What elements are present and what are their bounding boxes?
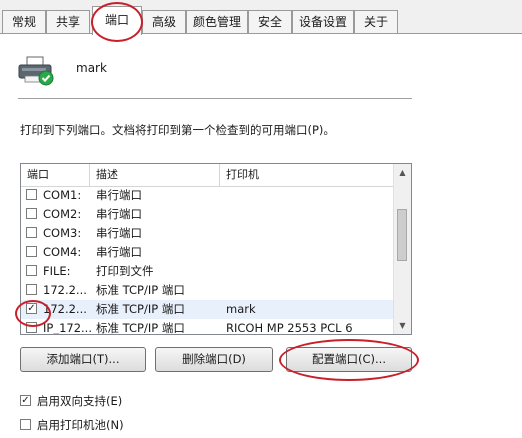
delete-port-button[interactable]: 删除端口(D) — [155, 347, 273, 372]
port-printer: mark — [226, 302, 256, 316]
tab-color-management[interactable]: 颜色管理 — [186, 10, 248, 33]
header-separator — [18, 98, 412, 99]
port-checkbox[interactable] — [26, 189, 37, 200]
tab-security[interactable]: 安全 — [248, 10, 292, 33]
list-item[interactable]: 172.2... 标准 TCP/IP 端口 — [21, 281, 395, 300]
pooling-label: 启用打印机池(N) — [37, 418, 124, 432]
ports-list-rows: COM1: 串行端口 COM2: 串行端口 COM3: 串行端口 COM4: 串… — [21, 186, 395, 335]
port-description: 标准 TCP/IP 端口 — [96, 283, 185, 297]
tab-strip: 常规 共享 端口 高级 颜色管理 安全 设备设置 关于 — [0, 0, 522, 35]
port-name: 172.2... — [43, 283, 87, 297]
list-item[interactable]: COM2: 串行端口 — [21, 205, 395, 224]
port-checkbox-checked[interactable]: ✓ — [26, 303, 37, 314]
bidirectional-option[interactable]: ✓ 启用双向支持(E) — [20, 393, 122, 409]
port-name: FILE: — [43, 264, 71, 278]
tab-general[interactable]: 常规 — [2, 10, 46, 33]
port-checkbox[interactable] — [26, 227, 37, 238]
column-header-port[interactable]: 端口 — [21, 164, 90, 186]
list-item[interactable]: COM1: 串行端口 — [21, 186, 395, 205]
scroll-thumb[interactable] — [397, 209, 407, 261]
port-checkbox[interactable] — [26, 322, 37, 333]
tab-advanced-label: 高级 — [151, 15, 176, 29]
list-item[interactable]: COM4: 串行端口 — [21, 243, 395, 262]
printer-name: mark — [76, 61, 107, 75]
column-header-description[interactable]: 描述 — [90, 164, 220, 186]
tab-color-management-label: 颜色管理 — [192, 15, 241, 29]
port-name: COM3: — [43, 226, 82, 240]
port-description: 串行端口 — [96, 226, 142, 240]
tab-about[interactable]: 关于 — [354, 10, 398, 33]
port-name: IP_172... — [43, 321, 92, 335]
port-description: 标准 TCP/IP 端口 — [96, 302, 185, 316]
port-checkbox[interactable] — [26, 284, 37, 295]
list-item[interactable]: FILE: 打印到文件 — [21, 262, 395, 281]
list-item[interactable]: IP_172... 标准 TCP/IP 端口 RICOH MP 2553 PCL… — [21, 319, 395, 335]
ports-list[interactable]: 端口 描述 打印机 COM1: 串行端口 COM2: 串行端口 COM3: 串行… — [20, 163, 412, 335]
port-checkbox[interactable] — [26, 246, 37, 257]
port-description: 串行端口 — [96, 245, 142, 259]
configure-port-button[interactable]: 配置端口(C)... — [286, 347, 412, 372]
tab-ports-label: 端口 — [104, 13, 129, 27]
port-description: 标准 TCP/IP 端口 — [96, 321, 185, 335]
bidirectional-label: 启用双向支持(E) — [37, 394, 123, 408]
tab-about-label: 关于 — [363, 15, 388, 29]
printer-icon — [18, 56, 54, 86]
port-name: COM2: — [43, 207, 82, 221]
port-description: 串行端口 — [96, 188, 142, 202]
scroll-up-icon[interactable]: ▲ — [394, 164, 411, 181]
tab-security-label: 安全 — [257, 15, 282, 29]
scroll-down-icon[interactable]: ▼ — [394, 317, 411, 334]
port-checkbox[interactable] — [26, 265, 37, 276]
ports-description: 打印到下列端口。文档将打印到第一个检查到的可用端口(P)。 — [20, 123, 335, 137]
tab-device-settings[interactable]: 设备设置 — [292, 10, 354, 33]
tab-sharing[interactable]: 共享 — [46, 10, 90, 33]
ports-list-header: 端口 描述 打印机 — [21, 164, 395, 187]
port-name: 172.2... — [43, 302, 87, 316]
port-description: 串行端口 — [96, 207, 142, 221]
tab-general-label: 常规 — [11, 15, 36, 29]
tab-ports[interactable]: 端口 — [92, 6, 142, 35]
ports-list-scrollbar[interactable]: ▲ ▼ — [393, 164, 411, 334]
port-printer: RICOH MP 2553 PCL 6 — [226, 321, 353, 335]
pooling-checkbox[interactable] — [20, 419, 31, 430]
bidirectional-checkbox[interactable]: ✓ — [20, 395, 31, 406]
column-header-printer[interactable]: 打印机 — [220, 164, 395, 186]
port-description: 打印到文件 — [96, 264, 154, 278]
port-name: COM1: — [43, 188, 82, 202]
list-item[interactable]: COM3: 串行端口 — [21, 224, 395, 243]
list-item-selected[interactable]: ✓ 172.2... 标准 TCP/IP 端口 mark — [21, 300, 395, 319]
port-checkbox[interactable] — [26, 208, 37, 219]
tab-sharing-label: 共享 — [55, 15, 80, 29]
port-name: COM4: — [43, 245, 82, 259]
add-port-button[interactable]: 添加端口(T)... — [20, 347, 146, 372]
tab-advanced[interactable]: 高级 — [142, 10, 186, 33]
tab-device-settings-label: 设备设置 — [298, 15, 347, 29]
pooling-option[interactable]: 启用打印机池(N) — [20, 417, 124, 433]
